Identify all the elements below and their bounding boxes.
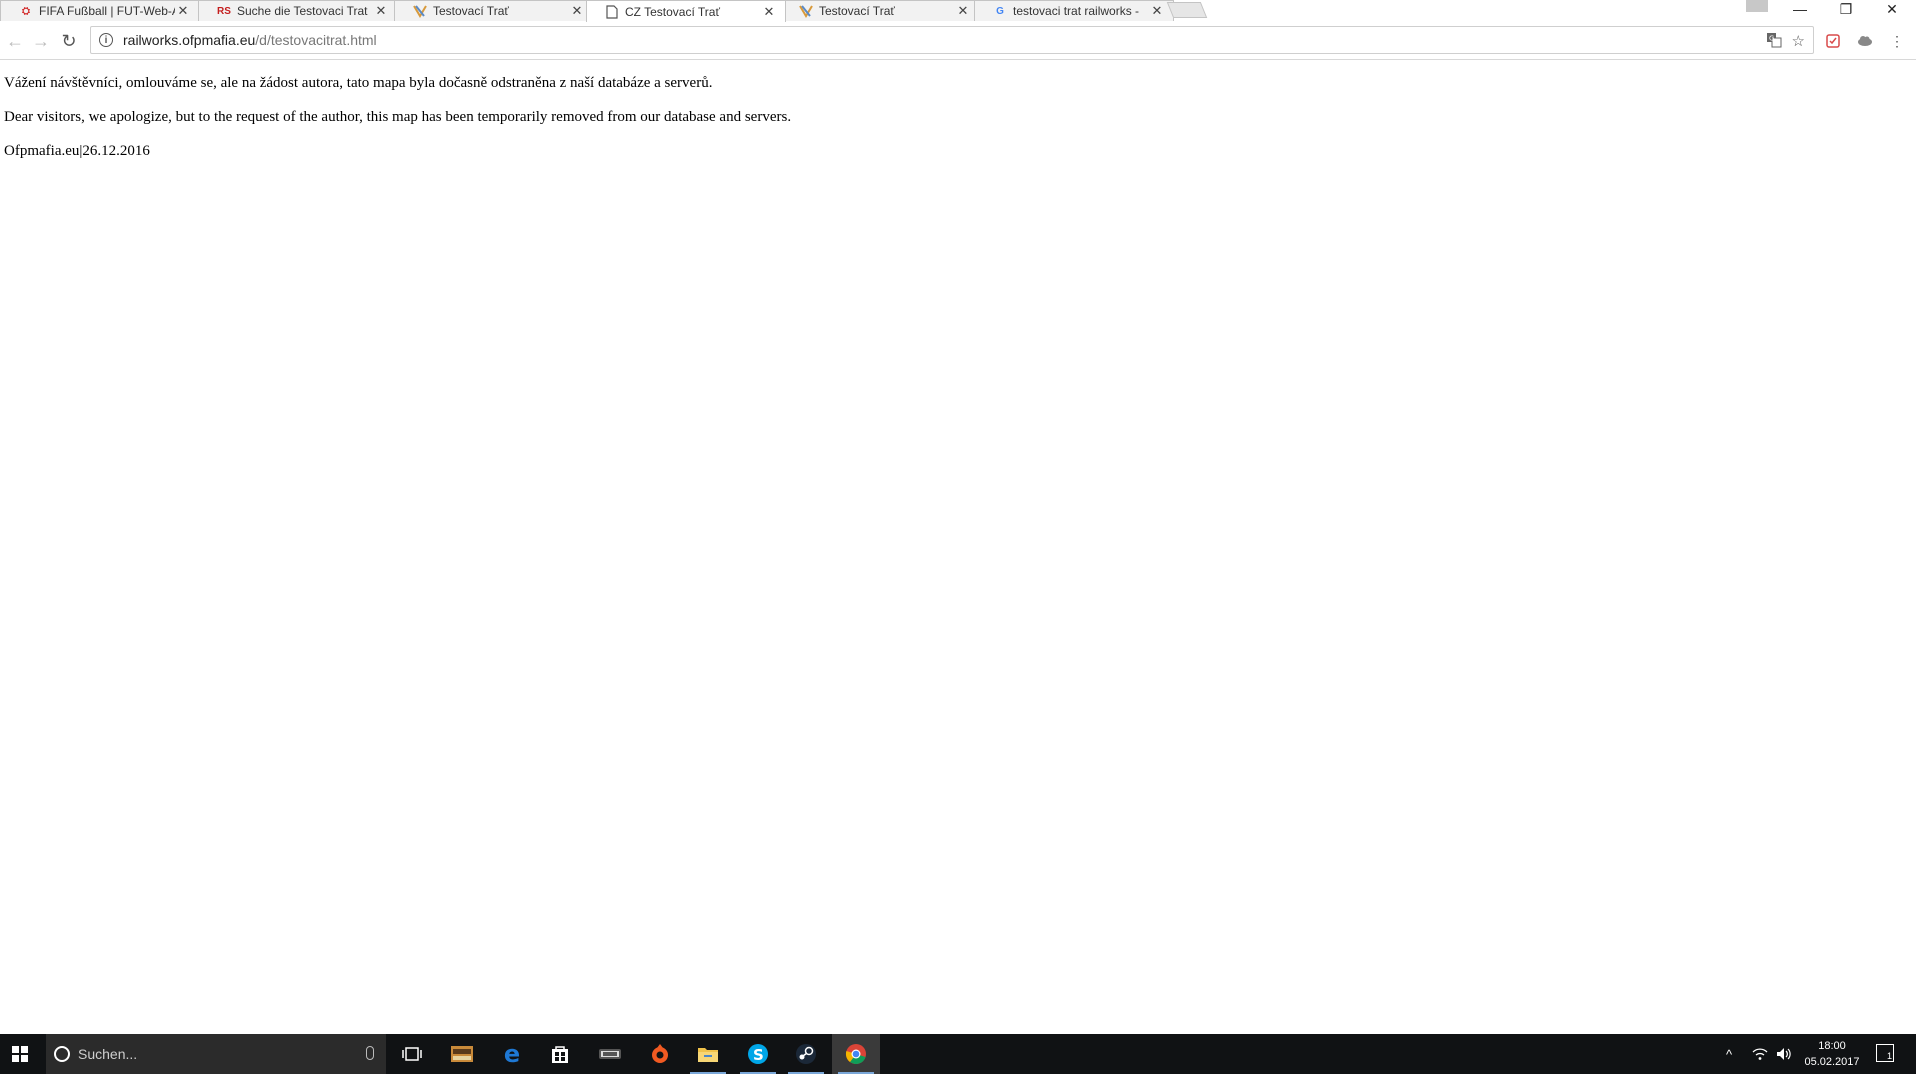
address-bar[interactable]: i railworks.ofpmafia.eu/d/testovacitrat.… [90, 26, 1814, 54]
rs-icon: RS [217, 5, 231, 17]
wifi-icon[interactable] [1752, 1034, 1768, 1074]
search-placeholder: Suchen... [78, 1046, 138, 1062]
page-content: Vážení návštěvníci, omlouváme se, ale na… [4, 75, 791, 177]
site-footer: Ofpmafia.eu|26.12.2016 [4, 143, 150, 159]
close-icon[interactable]: ✕ [1149, 3, 1165, 19]
close-icon[interactable]: ✕ [955, 3, 971, 19]
task-view-icon[interactable] [388, 1034, 436, 1074]
origin-icon[interactable] [636, 1034, 684, 1074]
tab-title: CZ Testovací Trať [625, 4, 720, 19]
restore-icon[interactable]: ❐ [1824, 0, 1868, 18]
tab-suche[interactable]: RS Suche die Testovaci Trat ✕ [198, 0, 398, 21]
info-icon[interactable]: i [99, 33, 113, 47]
taskbar-clock[interactable]: 18:00 05.02.2017 [1800, 1038, 1864, 1070]
close-icon[interactable]: ✕ [761, 4, 777, 20]
cloud-extension-icon[interactable] [1856, 32, 1874, 50]
tab-title: FIFA Fußball | FUT-Web-A [39, 4, 175, 18]
back-arrow-icon[interactable]: ← [4, 30, 26, 52]
page-icon [605, 4, 619, 19]
close-window-icon[interactable]: ✕ [1870, 0, 1914, 18]
tab-title: Testovací Trať [819, 4, 895, 18]
url-path: /d/testovacitrat.html [255, 32, 377, 48]
cortana-icon [54, 1046, 70, 1062]
tab-cz-testovaci-active[interactable]: CZ Testovací Trať ✕ [586, 0, 786, 22]
forward-arrow-icon[interactable]: → [30, 30, 52, 52]
windows-start-icon[interactable] [0, 1034, 40, 1074]
message-czech: Vážení návštěvníci, omlouváme se, ale na… [4, 75, 713, 91]
clock-time: 18:00 [1818, 1040, 1846, 1052]
google-icon: G [996, 5, 1004, 17]
skype-icon[interactable]: S [734, 1034, 782, 1074]
taskbar-search-box[interactable]: Suchen... [46, 1034, 386, 1074]
message-english: Dear visitors, we apologize, but to the … [4, 109, 792, 125]
site-icon [413, 4, 427, 18]
tab-google-search[interactable]: G testovaci trat railworks - ✕ [974, 0, 1174, 21]
steam-icon[interactable] [782, 1034, 830, 1074]
tab-title: Suche die Testovaci Trat [237, 4, 368, 18]
edge-icon[interactable]: e [488, 1034, 536, 1074]
bookmark-star-icon[interactable]: ☆ [1792, 32, 1805, 52]
tab-fifa[interactable]: ⛭ FIFA Fußball | FUT-Web-A ✕ [0, 0, 200, 21]
ea-icon: ⛭ [22, 5, 30, 17]
new-tab-button[interactable] [1166, 2, 1208, 18]
translate-icon[interactable]: G [1766, 32, 1782, 52]
clock-date: 05.02.2017 [1804, 1056, 1860, 1068]
minimize-icon[interactable]: — [1778, 0, 1822, 18]
tab-testovaci-1[interactable]: Testovací Trať ✕ [394, 0, 594, 21]
chrome-icon[interactable] [832, 1034, 880, 1074]
tab-testovaci-2[interactable]: Testovací Trať ✕ [780, 0, 980, 21]
svg-text:G: G [1769, 35, 1774, 43]
browser-toolbar: ← → ↻ i railworks.ofpmafia.eu/d/testovac… [0, 22, 1916, 60]
train-simulator-icon[interactable] [586, 1034, 634, 1074]
notification-count: 1 [1886, 1051, 1892, 1061]
extension-icon[interactable] [1824, 32, 1842, 50]
close-icon[interactable]: ✕ [175, 3, 191, 19]
windows-taskbar: Suchen... e S ^ 18:00 05.02.2017 1 [0, 1034, 1916, 1074]
profile-icon[interactable] [1746, 0, 1768, 12]
close-icon[interactable]: ✕ [373, 3, 389, 19]
action-center-icon[interactable]: 1 [1876, 1044, 1894, 1062]
game-launcher-icon[interactable] [438, 1034, 486, 1074]
close-icon[interactable]: ✕ [569, 3, 585, 19]
file-explorer-icon[interactable] [684, 1034, 732, 1074]
site-icon [799, 4, 813, 18]
tray-chevron-up-icon[interactable]: ^ [1726, 1034, 1732, 1074]
tab-title: Testovací Trať [433, 4, 509, 18]
tab-title: testovaci trat railworks - [1013, 4, 1140, 18]
microphone-icon[interactable] [366, 1046, 374, 1060]
reload-icon[interactable]: ↻ [58, 30, 80, 52]
volume-icon[interactable] [1776, 1034, 1792, 1074]
menu-dots-icon[interactable]: ⋮ [1888, 32, 1906, 50]
tab-strip: ⛭ FIFA Fußball | FUT-Web-A ✕ RS Suche di… [0, 0, 1916, 22]
url-host: railworks.ofpmafia.eu [123, 32, 256, 48]
svg-text:S: S [753, 1046, 764, 1064]
store-icon[interactable] [536, 1034, 584, 1074]
